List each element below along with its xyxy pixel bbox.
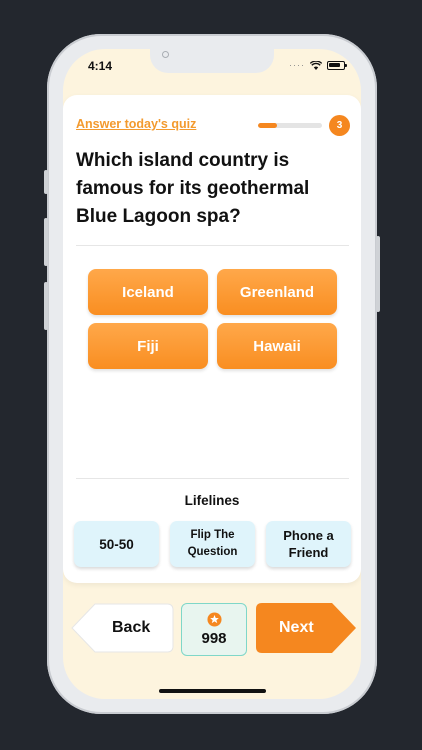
battery-icon	[327, 60, 347, 70]
answer-todays-quiz-link[interactable]: Answer today's quiz	[76, 117, 196, 131]
lifeline-flip-question-button[interactable]: Flip The Question	[170, 521, 255, 567]
wifi-icon	[310, 60, 322, 70]
star-icon	[206, 612, 222, 627]
next-button-label: Next	[279, 619, 314, 636]
camera-icon	[162, 51, 169, 58]
phone-volume-up	[44, 218, 48, 266]
phone-volume-down	[44, 282, 48, 330]
next-button[interactable]: Next	[256, 603, 356, 653]
lifelines-title: Lifelines	[184, 493, 240, 508]
answer-grid: Iceland Greenland Fiji Hawaii	[88, 269, 338, 369]
answer-button-hawaii[interactable]: Hawaii	[217, 323, 337, 369]
answer-button-iceland[interactable]: Iceland	[88, 269, 208, 315]
lifelines-row: 50-50 Flip The Question Phone a Friend	[74, 521, 351, 567]
progress-fill	[258, 123, 278, 128]
status-time: 4:14	[88, 59, 113, 73]
home-indicator	[159, 689, 266, 693]
quiz-card: Answer today's quiz 3 Which island count…	[63, 95, 361, 583]
points-value: 998	[201, 630, 227, 647]
signal-dots-icon: ····	[289, 60, 305, 70]
notch	[150, 49, 274, 73]
lifeline-fifty-fifty-button[interactable]: 50-50	[74, 521, 159, 567]
phone-silent-switch	[44, 170, 48, 194]
answer-button-fiji[interactable]: Fiji	[88, 323, 208, 369]
divider	[76, 478, 349, 479]
question-text: Which island country is famous for its g…	[76, 150, 310, 227]
status-icons: ····	[289, 60, 347, 70]
app-screen: 4:14 ···· Answer today's quiz 3 Which is…	[63, 49, 361, 699]
divider	[76, 245, 349, 246]
step-badge: 3	[329, 115, 350, 136]
lifeline-phone-friend-button[interactable]: Phone a Friend	[266, 521, 351, 567]
back-button-label: Back	[112, 619, 151, 636]
phone-power-button	[376, 236, 380, 312]
answer-button-greenland[interactable]: Greenland	[217, 269, 337, 315]
back-button[interactable]: Back	[71, 603, 174, 653]
points-display: 998	[181, 603, 247, 656]
quiz-progress-bar	[258, 123, 322, 128]
